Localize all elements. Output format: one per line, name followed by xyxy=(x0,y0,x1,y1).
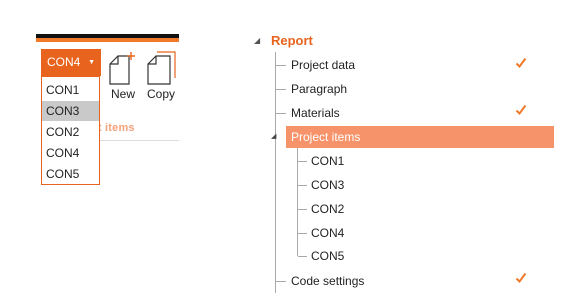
tree-item-project-data[interactable]: Project data xyxy=(291,58,355,72)
tree-connector xyxy=(298,161,307,162)
tree-item-project-items[interactable]: Project items xyxy=(291,130,360,144)
config-combo-box[interactable]: CON4 ▼ xyxy=(41,49,101,76)
expanded-triangle-icon[interactable]: ◢ xyxy=(271,132,276,140)
checkmark-icon xyxy=(515,57,527,69)
tree-subitem[interactable]: CON4 xyxy=(311,226,344,240)
dropdown-item[interactable]: CON2 xyxy=(42,122,99,142)
tree-item-paragraph[interactable]: Paragraph xyxy=(291,82,347,96)
dropdown-item[interactable]: CON5 xyxy=(42,164,99,184)
tree-connector xyxy=(276,113,286,114)
tree-subitem[interactable]: CON3 xyxy=(311,178,344,192)
dropdown-item-selected[interactable]: CON3 xyxy=(42,101,99,121)
new-button-label: New xyxy=(111,87,136,101)
tree-subitem[interactable]: CON2 xyxy=(311,202,344,216)
dropdown-item[interactable]: CON4 xyxy=(42,143,99,163)
tree-connector xyxy=(276,65,286,66)
combo-value: CON4 xyxy=(47,55,81,69)
tree-root-report[interactable]: Report xyxy=(271,33,313,48)
checkmark-icon xyxy=(515,104,527,116)
tree-connector xyxy=(298,209,307,210)
tree-connector xyxy=(276,89,286,90)
new-document-icon xyxy=(109,52,135,85)
tree-item-materials[interactable]: Materials xyxy=(291,106,340,120)
toolbar-accent-border xyxy=(36,38,179,42)
chevron-down-icon[interactable]: ▼ xyxy=(88,49,95,76)
tree-subitem[interactable]: CON1 xyxy=(311,154,344,168)
collapse-triangle-icon[interactable]: ◢ xyxy=(254,36,260,45)
copy-button-label: Copy xyxy=(147,87,176,101)
tree-subitem[interactable]: CON5 xyxy=(311,249,344,263)
tree-item-code-settings[interactable]: Code settings xyxy=(291,274,364,288)
copy-document-icon xyxy=(147,51,176,85)
tree-connector xyxy=(276,281,286,282)
tree-connector xyxy=(298,256,307,257)
combo-dropdown-list: CON1 CON3 CON2 CON4 CON5 xyxy=(41,76,100,185)
checkmark-icon xyxy=(515,272,527,284)
dropdown-item[interactable]: CON1 xyxy=(42,80,99,100)
subtree-guide-line xyxy=(297,148,298,256)
tree-connector xyxy=(298,185,307,186)
tree-connector xyxy=(298,233,307,234)
